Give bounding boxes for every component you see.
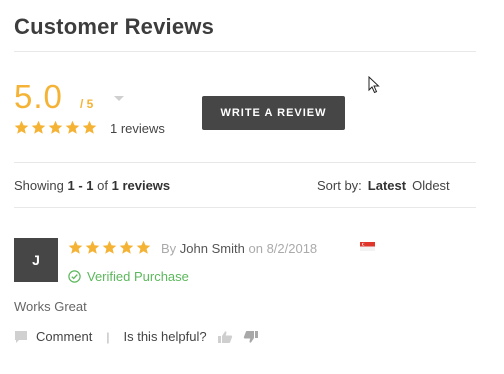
cursor-icon	[368, 76, 380, 94]
check-circle-icon	[68, 270, 81, 283]
flag-icon	[360, 242, 375, 251]
star-icon	[65, 120, 80, 134]
star-icon	[68, 240, 83, 254]
star-icon	[31, 120, 46, 134]
sort-label: Sort by:	[317, 178, 362, 193]
avatar: J	[14, 238, 58, 282]
star-icon	[119, 240, 134, 254]
write-review-button[interactable]: WRITE A REVIEW	[202, 96, 345, 130]
review-by: By	[161, 241, 177, 256]
star-icon	[136, 240, 151, 254]
divider	[14, 162, 476, 163]
showing-prefix: Showing	[14, 178, 64, 193]
average-score: 5.0	[14, 78, 63, 115]
verified-purchase: Verified Purchase	[68, 269, 189, 284]
star-icon	[102, 240, 117, 254]
sort-option-latest[interactable]: Latest	[368, 178, 406, 193]
showing-summary: Showing 1 - 1 of 1 reviews	[14, 178, 170, 193]
verified-label: Verified Purchase	[87, 269, 189, 284]
review-body: Works Great	[14, 299, 87, 314]
sort-control: Sort by: Latest Oldest	[317, 178, 450, 193]
star-icon	[85, 240, 100, 254]
sort-option-oldest[interactable]: Oldest	[412, 178, 450, 193]
separator: |	[106, 329, 110, 344]
score-max: / 5	[80, 97, 94, 111]
divider	[14, 51, 476, 52]
review-actions: Comment | Is this helpful?	[14, 329, 259, 344]
chevron-down-icon[interactable]	[114, 96, 124, 101]
review-count: 1 reviews	[110, 121, 165, 136]
comment-icon[interactable]	[14, 330, 28, 344]
review-on: on	[248, 241, 263, 256]
thumbs-down-icon[interactable]	[243, 330, 259, 344]
thumbs-up-icon[interactable]	[217, 330, 233, 344]
review-rating-stars	[68, 240, 151, 255]
showing-range: 1 - 1	[67, 178, 94, 193]
star-icon	[48, 120, 63, 134]
showing-total: 1 reviews	[111, 178, 171, 193]
showing-of: of	[97, 178, 108, 193]
star-icon	[82, 120, 97, 134]
page-title: Customer Reviews	[14, 14, 215, 39]
divider	[14, 207, 476, 208]
review-author: John Smith	[179, 241, 245, 256]
review-meta: By John Smith on 8/2/2018	[161, 241, 317, 256]
helpful-label: Is this helpful?	[123, 329, 207, 344]
summary-rating-stars	[14, 120, 97, 135]
comment-button[interactable]: Comment	[36, 329, 92, 344]
review-date: 8/2/2018	[266, 241, 318, 256]
star-icon	[14, 120, 29, 134]
